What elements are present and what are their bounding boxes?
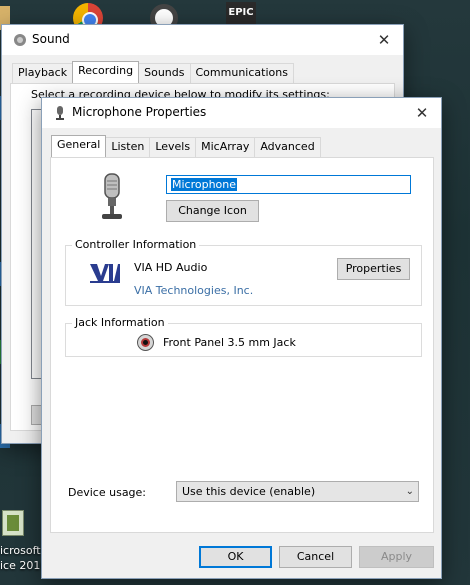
tab-general[interactable]: General [51,135,107,157]
tab-levels[interactable]: Levels [149,137,197,157]
device-name-field[interactable]: Microphone [166,175,411,194]
microphone-properties-window: Microphone Properties ✕ General Listen L… [41,97,442,579]
controller-group-label: Controller Information [72,238,200,252]
sound-tabs: Playback Recording Sounds Communications [12,61,294,83]
mic-window-title: Microphone Properties [72,105,207,119]
mic-tabs: General Listen Levels MicArray Advanced [51,135,321,157]
close-icon[interactable]: ✕ [373,29,395,51]
office-label-line1: icrosoft [0,544,41,557]
speaker-icon [14,34,26,46]
via-logo-icon [90,264,120,283]
tab-micarray[interactable]: MicArray [195,137,256,157]
sound-window-title: Sound [32,32,70,46]
device-usage-select[interactable]: Use this device (enable) ⌄ [176,481,419,502]
jack-color-icon [138,335,153,350]
tab-advanced[interactable]: Advanced [254,137,321,157]
device-usage-value: Use this device (enable) [182,485,316,498]
tab-communications[interactable]: Communications [189,63,294,83]
properties-button[interactable]: Properties [337,258,410,280]
ok-button[interactable]: OK [199,546,272,568]
tab-playback[interactable]: Playback [12,63,74,83]
tab-recording[interactable]: Recording [72,61,140,83]
chevron-down-icon: ⌄ [405,486,414,497]
office-icon[interactable] [2,510,24,536]
jack-group-label: Jack Information [72,316,168,330]
close-icon[interactable]: ✕ [411,102,433,124]
device-name-text: Microphone [171,178,238,191]
mic-titlebar[interactable]: Microphone Properties ✕ [42,98,441,128]
general-panel: Microphone Change Icon Controller Inform… [50,157,434,533]
microphone-device-icon [102,173,122,219]
controller-information-group: Controller Information VIA HD Audio VIA … [65,238,422,306]
vendor-link[interactable]: VIA Technologies, Inc. [134,284,253,297]
epic-label: EPIC [228,7,254,18]
sound-titlebar[interactable]: Sound ✕ [2,25,403,55]
tab-sounds[interactable]: Sounds [138,63,191,83]
jack-information-group: Jack Information Front Panel 3.5 mm Jack [65,316,422,357]
device-usage-label: Device usage: [68,486,147,499]
microphone-small-icon [56,106,64,120]
jack-name: Front Panel 3.5 mm Jack [163,336,296,349]
apply-button[interactable]: Apply [359,546,434,568]
change-icon-button[interactable]: Change Icon [166,200,259,222]
controller-name: VIA HD Audio [134,261,208,274]
tab-listen[interactable]: Listen [105,137,151,157]
cancel-button[interactable]: Cancel [279,546,352,568]
